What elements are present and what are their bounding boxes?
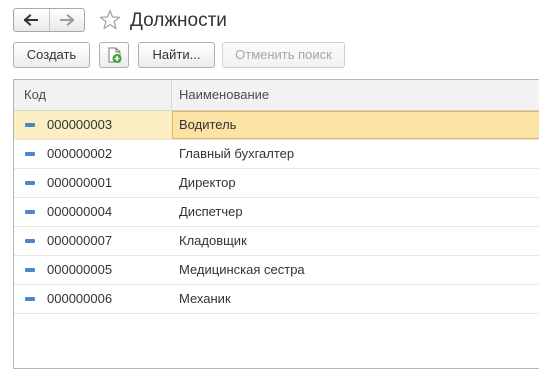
item-marker-icon [25, 152, 35, 156]
cell-code: 000000004 [47, 204, 113, 219]
cell-name: Механик [179, 291, 231, 306]
add-document-button[interactable] [99, 42, 129, 68]
cell-code: 000000005 [47, 262, 113, 277]
forward-button[interactable] [48, 9, 85, 31]
cell-name: Главный бухгалтер [179, 146, 295, 161]
cell-code: 000000006 [47, 291, 113, 306]
table-row[interactable]: 000000003 Водитель [14, 111, 539, 140]
navigation-buttons [13, 8, 85, 32]
back-button[interactable] [14, 9, 49, 31]
table-row[interactable]: 000000004 Диспетчер [14, 198, 539, 227]
star-icon[interactable] [99, 9, 121, 31]
table-row[interactable]: 000000006 Механик [14, 285, 539, 314]
table-row[interactable]: 000000002 Главный бухгалтер [14, 140, 539, 169]
column-header-name[interactable]: Наименование [179, 80, 269, 110]
item-marker-icon [25, 181, 35, 185]
cancel-search-button[interactable]: Отменить поиск [222, 42, 345, 68]
item-marker-icon [25, 123, 35, 127]
cell-name: Медицинская сестра [179, 262, 305, 277]
cell-name: Директор [179, 175, 236, 190]
toolbar: Создать Найти... Отменить поиск [0, 42, 539, 72]
arrow-right-icon [59, 14, 74, 26]
add-document-icon [108, 47, 122, 63]
page-title: Должности [130, 10, 227, 31]
item-marker-icon [25, 239, 35, 243]
column-divider [171, 80, 172, 110]
arrow-left-icon [24, 14, 39, 26]
find-button[interactable]: Найти... [138, 42, 215, 68]
table-row[interactable]: 000000007 Кладовщик [14, 227, 539, 256]
column-header-code[interactable]: Код [24, 80, 46, 110]
table-row[interactable]: 000000001 Директор [14, 169, 539, 198]
cell-name: Кладовщик [179, 233, 247, 248]
cell-name: Водитель [179, 117, 237, 132]
table-header: Код Наименование [14, 80, 539, 111]
create-button[interactable]: Создать [13, 42, 90, 68]
title-bar: Должности [0, 0, 539, 40]
cell-code: 000000001 [47, 175, 113, 190]
item-marker-icon [25, 268, 35, 272]
cell-code: 000000007 [47, 233, 113, 248]
item-marker-icon [25, 297, 35, 301]
cell-code: 000000002 [47, 146, 113, 161]
positions-table: Код Наименование 000000003 Водитель 0000… [13, 79, 539, 369]
cell-name: Диспетчер [179, 204, 243, 219]
cell-code: 000000003 [47, 117, 113, 132]
item-marker-icon [25, 210, 35, 214]
table-row[interactable]: 000000005 Медицинская сестра [14, 256, 539, 285]
